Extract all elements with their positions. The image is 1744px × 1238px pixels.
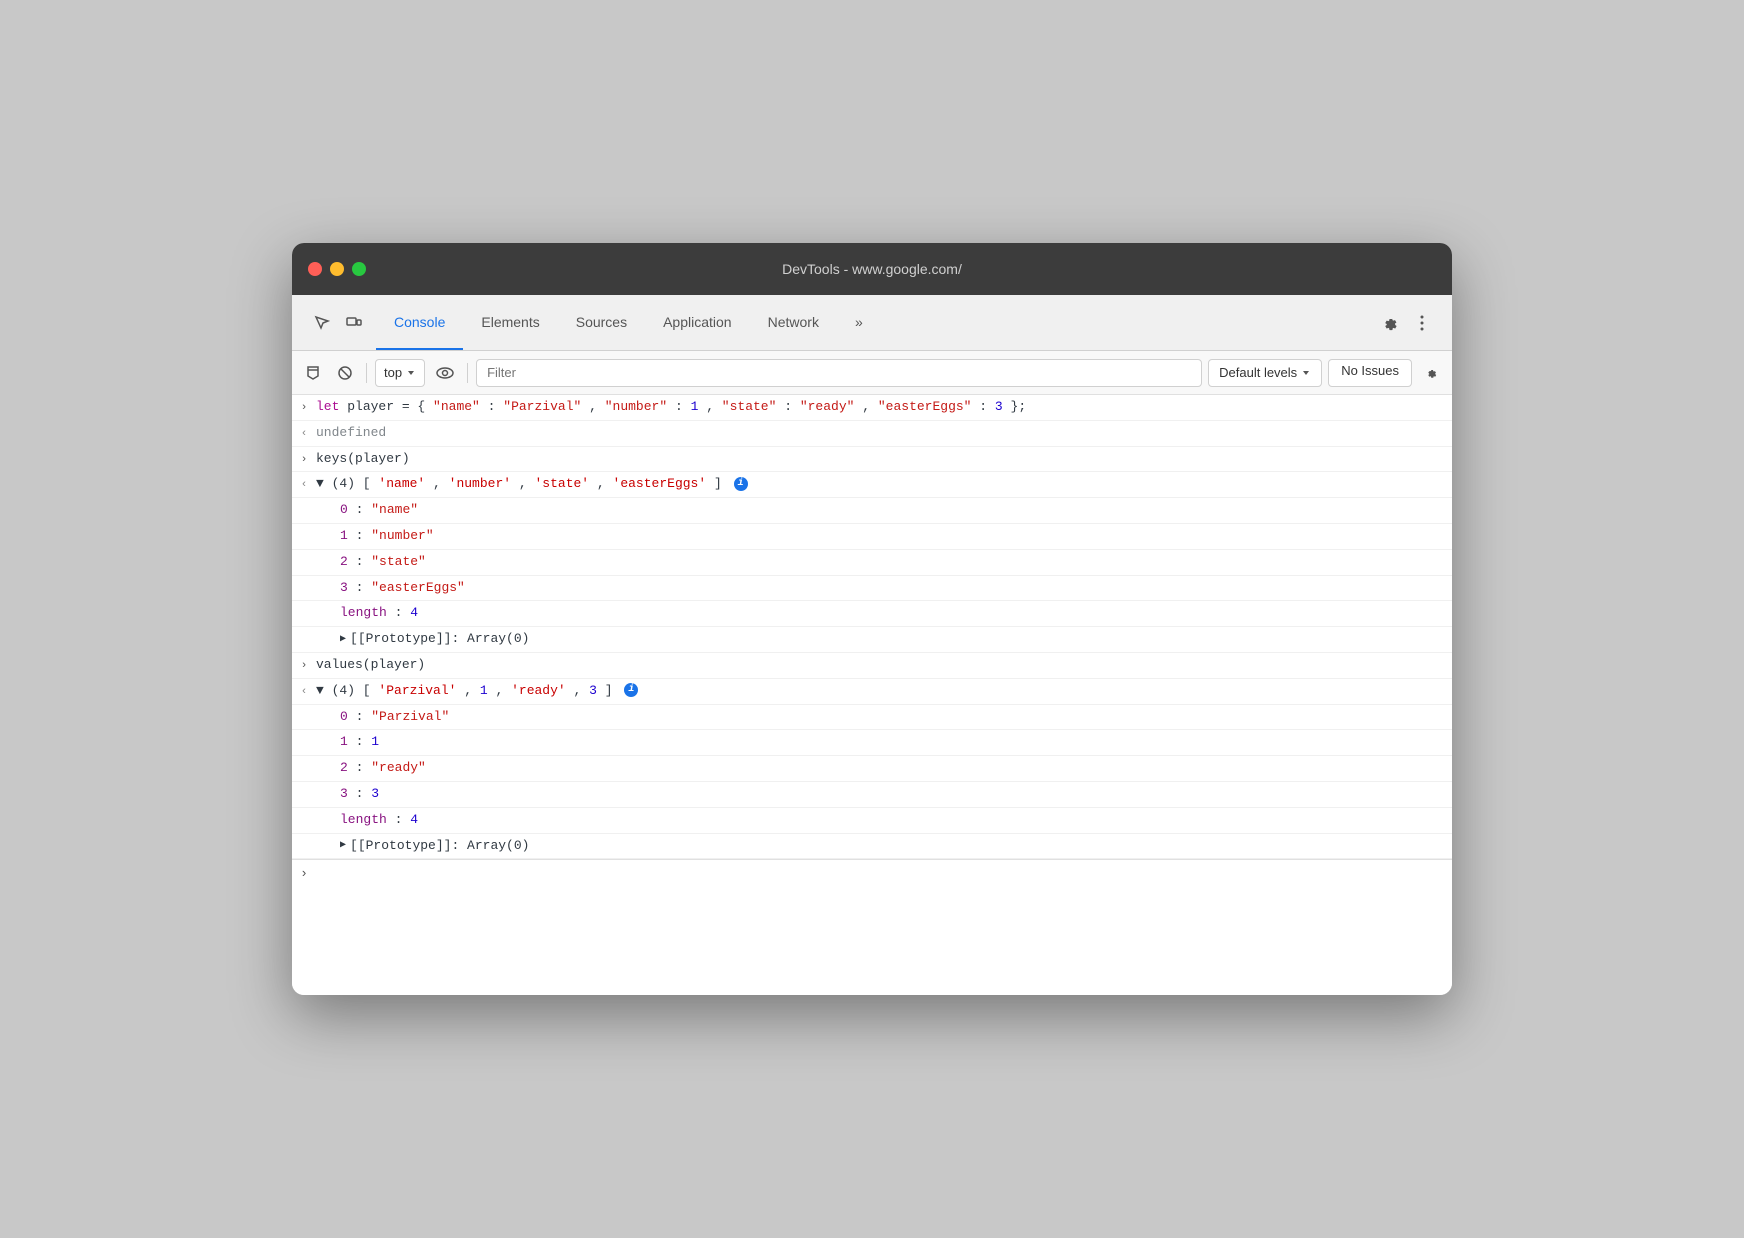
- info-icon[interactable]: i: [624, 683, 638, 697]
- console-line: ‹ undefined: [292, 421, 1452, 447]
- traffic-lights: [308, 262, 366, 276]
- line-content: length : 4: [340, 810, 1444, 831]
- proto-expand-icon[interactable]: ▶: [340, 632, 346, 648]
- line-content: ▼ (4) [ 'Parzival' , 1 , 'ready' , 3 ] i: [316, 681, 1444, 702]
- line-content: ▶ [[Prototype]]: Array(0): [340, 629, 1444, 650]
- console-line: length : 4: [292, 808, 1452, 834]
- console-input[interactable]: [316, 867, 1444, 882]
- console-line: ▶ [[Prototype]]: Array(0): [292, 834, 1452, 860]
- tab-console[interactable]: Console: [376, 295, 463, 350]
- console-toolbar: top Default levels No Issues: [292, 351, 1452, 395]
- window-title: DevTools - www.google.com/: [782, 261, 962, 277]
- console-line: 1 : 1: [292, 730, 1452, 756]
- info-icon[interactable]: i: [734, 477, 748, 491]
- console-line: › keys(player): [292, 447, 1452, 473]
- expand-arrow[interactable]: ›: [292, 397, 316, 418]
- maximize-button[interactable]: [352, 262, 366, 276]
- tab-application[interactable]: Application: [645, 295, 750, 350]
- console-line: 2 : "state": [292, 550, 1452, 576]
- no-issues-button[interactable]: No Issues: [1328, 359, 1412, 387]
- line-content: length : 4: [340, 603, 1444, 624]
- console-line: 0 : "Parzival": [292, 705, 1452, 731]
- console-line: 2 : "ready": [292, 756, 1452, 782]
- console-line: 3 : 3: [292, 782, 1452, 808]
- expand-arrow[interactable]: ›: [292, 655, 316, 676]
- console-prompt: ›: [292, 864, 316, 885]
- tab-bar: Console Elements Sources Application Net…: [292, 295, 1452, 351]
- console-line: length : 4: [292, 601, 1452, 627]
- line-content: 0 : "name": [340, 500, 1444, 521]
- line-content: values(player): [316, 655, 1444, 676]
- toolbar-right: [1368, 309, 1444, 337]
- console-line: ‹ ▼ (4) [ 'Parzival' , 1 , 'ready' , 3 ]…: [292, 679, 1452, 705]
- settings-icon[interactable]: [1376, 309, 1404, 337]
- console-settings-icon[interactable]: [1418, 360, 1444, 386]
- console-line: ▶ [[Prototype]]: Array(0): [292, 627, 1452, 653]
- live-expressions-icon[interactable]: [431, 359, 459, 387]
- output-arrow: ‹: [292, 681, 316, 702]
- line-content: 3 : 3: [340, 784, 1444, 805]
- divider-1: [366, 363, 367, 383]
- tab-sources[interactable]: Sources: [558, 295, 645, 350]
- context-selector[interactable]: top: [375, 359, 425, 387]
- console-line: 0 : "name": [292, 498, 1452, 524]
- output-arrow: ‹: [292, 474, 316, 495]
- devtools-window: DevTools - www.google.com/ Console Eleme…: [292, 243, 1452, 995]
- console-line: 3 : "easterEggs": [292, 576, 1452, 602]
- line-content: 2 : "state": [340, 552, 1444, 573]
- line-content: 2 : "ready": [340, 758, 1444, 779]
- line-content: ▶ [[Prototype]]: Array(0): [340, 836, 1444, 857]
- filter-input[interactable]: [476, 359, 1202, 387]
- close-button[interactable]: [308, 262, 322, 276]
- proto-expand-icon[interactable]: ▶: [340, 838, 346, 854]
- console-input-line: ›: [292, 859, 1452, 889]
- tab-network[interactable]: Network: [750, 295, 837, 350]
- device-toggle-icon[interactable]: [340, 309, 368, 337]
- line-content: let player = { "name" : "Parzival" , "nu…: [316, 397, 1444, 418]
- console-line: › values(player): [292, 653, 1452, 679]
- inspect-element-icon[interactable]: [308, 309, 336, 337]
- console-line: ‹ ▼ (4) [ 'name' , 'number' , 'state' , …: [292, 472, 1452, 498]
- line-content: 1 : 1: [340, 732, 1444, 753]
- line-content: 0 : "Parzival": [340, 707, 1444, 728]
- console-output: › let player = { "name" : "Parzival" , "…: [292, 395, 1452, 995]
- output-arrow: ‹: [292, 423, 316, 444]
- console-line: › let player = { "name" : "Parzival" , "…: [292, 395, 1452, 421]
- console-line: 1 : "number": [292, 524, 1452, 550]
- block-icon[interactable]: [332, 360, 358, 386]
- expand-arrow[interactable]: ›: [292, 449, 316, 470]
- titlebar: DevTools - www.google.com/: [292, 243, 1452, 295]
- toolbar-icons-left: [300, 309, 376, 337]
- line-content: 3 : "easterEggs": [340, 578, 1444, 599]
- tab-more[interactable]: »: [837, 295, 881, 350]
- tabs: Console Elements Sources Application Net…: [376, 295, 1368, 350]
- divider-2: [467, 363, 468, 383]
- clear-console-icon[interactable]: [300, 360, 326, 386]
- tab-elements[interactable]: Elements: [463, 295, 557, 350]
- line-content: 1 : "number": [340, 526, 1444, 547]
- default-levels-button[interactable]: Default levels: [1208, 359, 1322, 387]
- line-content: ▼ (4) [ 'name' , 'number' , 'state' , 'e…: [316, 474, 1444, 495]
- minimize-button[interactable]: [330, 262, 344, 276]
- line-content: undefined: [316, 423, 1444, 444]
- line-content: keys(player): [316, 449, 1444, 470]
- more-options-icon[interactable]: [1408, 309, 1436, 337]
